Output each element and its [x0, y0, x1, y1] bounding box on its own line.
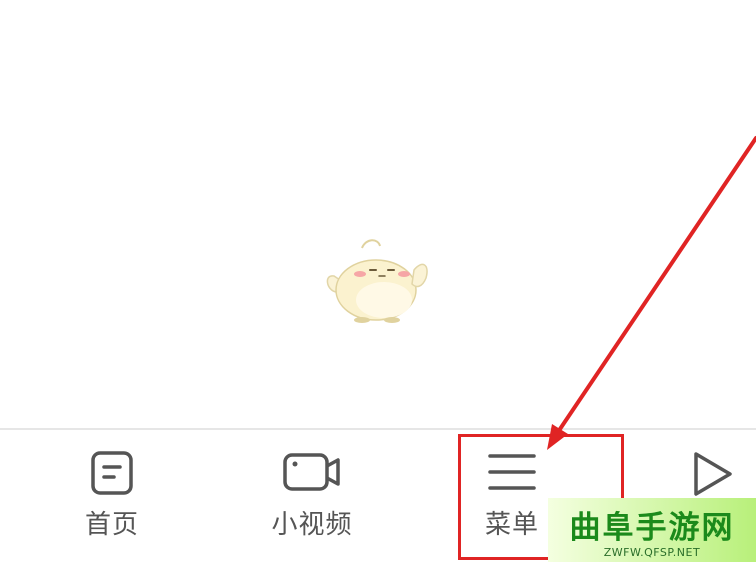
- loading-mascot-icon: [326, 239, 428, 323]
- watermark-url: ZWFW.QFSP.NET: [603, 546, 701, 559]
- nav-label-short-video: 小视频: [271, 510, 353, 540]
- nav-label-home: 首页: [84, 510, 139, 540]
- nav-item-home[interactable]: 首页: [42, 430, 182, 550]
- play-icon: [694, 452, 732, 496]
- watermark-logo: 曲阜手游网 ZWFW.QFSP.NET: [548, 498, 756, 562]
- home-document-icon: [91, 451, 133, 495]
- content-area: [0, 0, 756, 428]
- watermark-title: 曲阜手游网: [569, 510, 735, 546]
- video-camera-icon: [283, 453, 340, 491]
- nav-item-short-video[interactable]: 小视频: [242, 430, 382, 550]
